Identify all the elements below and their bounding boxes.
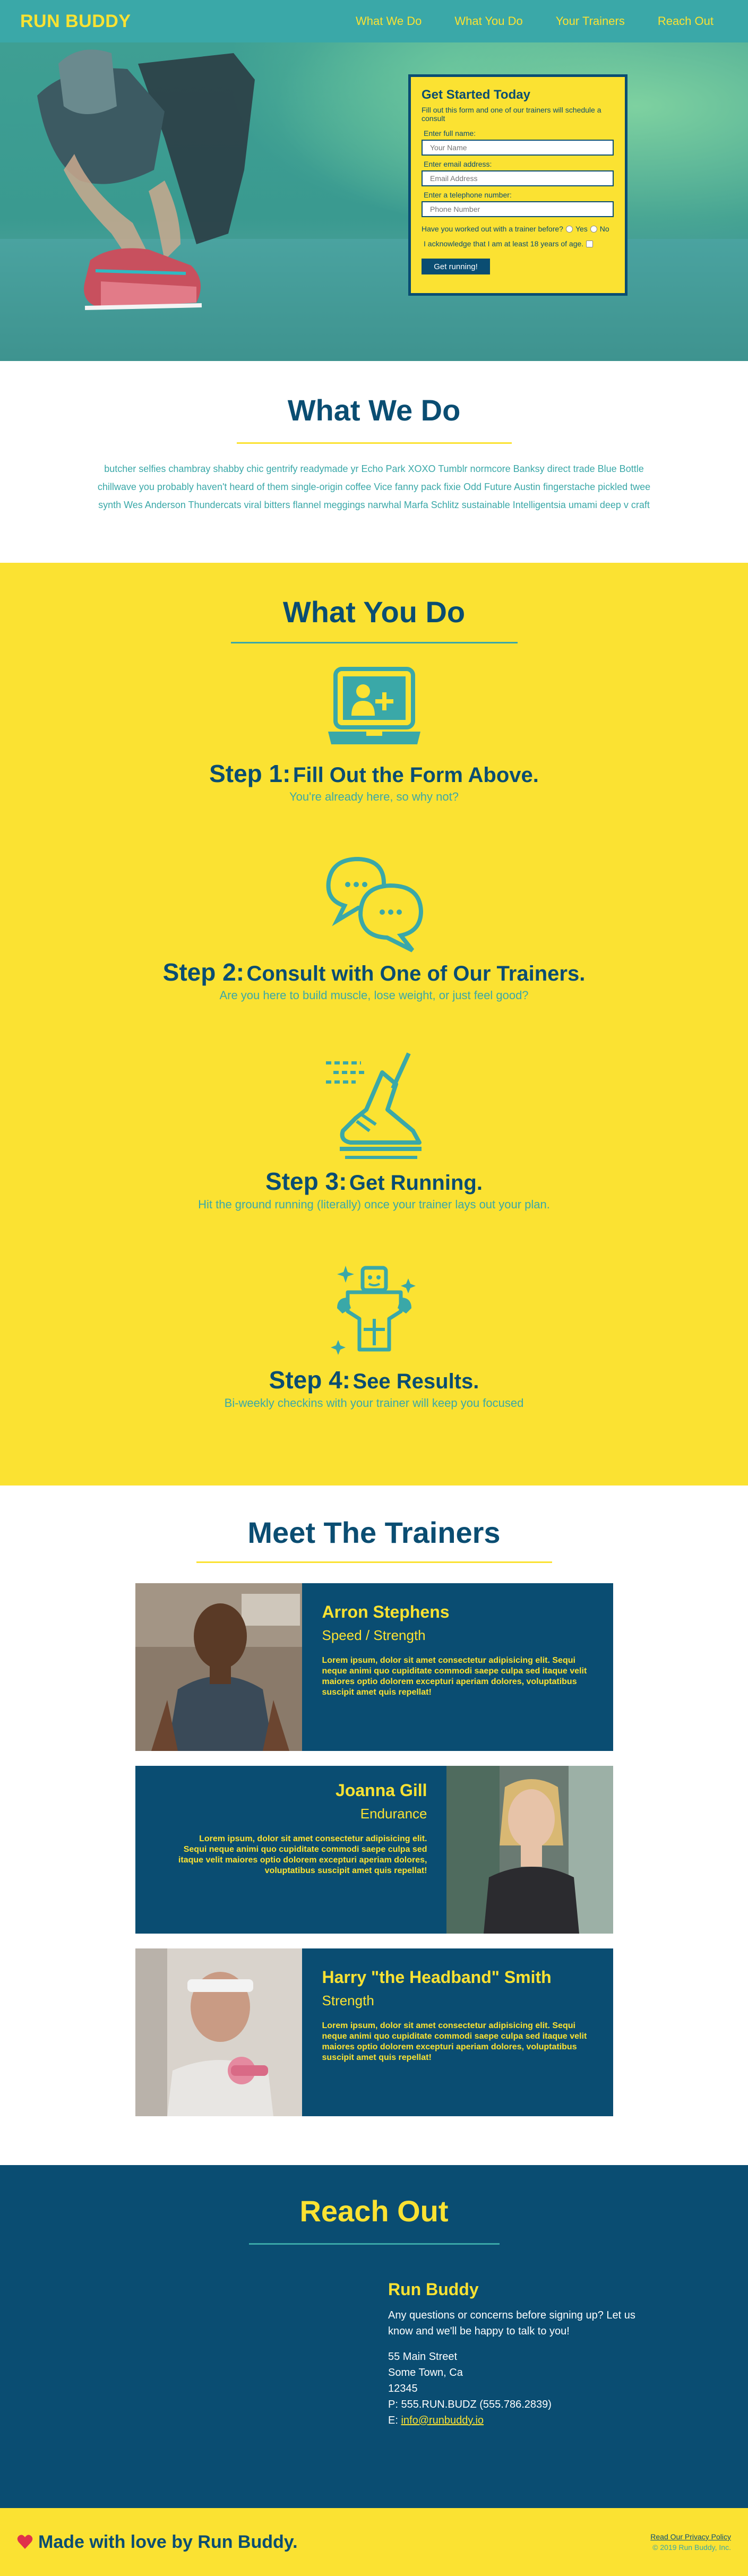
contact-email-link[interactable]: info@runbuddy.io xyxy=(401,2415,484,2426)
nav-link-your-trainers[interactable]: Your Trainers xyxy=(556,14,625,28)
trainer-name: Harry "the Headband" Smith xyxy=(322,1968,552,1987)
no-label: No xyxy=(599,225,609,233)
trainer-info-joanna: Joanna Gill Endurance Lorem ipsum, dolor… xyxy=(135,1766,446,1934)
copyright: © 2019 Run Buddy, Inc. xyxy=(652,2543,731,2552)
reach-out-title: Reach Out xyxy=(299,2194,449,2228)
made-with-love-text: Made with love by Run Buddy. xyxy=(38,2531,298,2552)
trainers-divider xyxy=(196,1561,552,1563)
trainer-specialty: Endurance xyxy=(360,1806,427,1822)
trainer-card-arron: Arron Stephens Speed / Strength Lorem ip… xyxy=(135,1583,613,1751)
top-nav: RUN BUDDY What We Do What You Do Your Tr… xyxy=(0,0,748,42)
step-2-number: Step 2: xyxy=(162,958,245,986)
nav-link-reach-out[interactable]: Reach Out xyxy=(658,14,713,28)
brand-logo[interactable]: RUN BUDDY xyxy=(20,11,131,32)
nav-link-what-you-do[interactable]: What You Do xyxy=(454,14,522,28)
what-we-do-divider xyxy=(236,442,512,444)
hero-section: Get Started Today Fill out this form and… xyxy=(0,42,748,361)
running-shoe-icon xyxy=(325,1052,422,1159)
trainer-info-arron: Arron Stephens Speed / Strength Lorem ip… xyxy=(302,1583,613,1751)
what-we-do-body: butcher selfies chambray shabby chic gen… xyxy=(97,463,651,510)
form-subtitle: Fill out this form and one of our traine… xyxy=(422,106,601,123)
get-running-button[interactable]: Get running! xyxy=(422,259,490,274)
step-1: Step 1: Fill Out the Form Above. You're … xyxy=(0,665,748,804)
what-you-do-section: What You Do Step 1: Fill Out the Form Ab… xyxy=(0,563,748,1486)
step-2-title: Consult with One of Our Trainers. xyxy=(246,962,586,985)
made-with-love: Made with love by Run Buddy. xyxy=(17,2532,298,2553)
trainers-title: Meet The Trainers xyxy=(247,1516,501,1549)
age-checkbox[interactable] xyxy=(586,240,594,247)
step-1-text: You're already here, so why not? xyxy=(289,790,459,803)
what-we-do-section: What We Do butcher selfies chambray shab… xyxy=(0,361,748,563)
contact-city: Some Town, Ca xyxy=(388,2367,463,2378)
trainer-before-question: Have you worked out with a trainer befor… xyxy=(422,225,614,233)
no-radio[interactable] xyxy=(590,225,597,233)
what-we-do-title: What We Do xyxy=(287,393,461,427)
privacy-policy-link[interactable]: Read Our Privacy Policy xyxy=(650,2532,731,2541)
trainers-section: Meet The Trainers Arron Stephens Speed /… xyxy=(0,1486,748,2165)
trainer-name: Arron Stephens xyxy=(322,1602,450,1621)
nav-link-what-we-do[interactable]: What We Do xyxy=(356,14,422,28)
reach-out-divider xyxy=(248,2243,500,2245)
contact-info: Run Buddy Any questions or concerns befo… xyxy=(388,2280,748,2428)
step-1-number: Step 1: xyxy=(209,760,291,787)
trainer-photo-joanna xyxy=(446,1766,613,1934)
trainer-specialty: Strength xyxy=(322,1993,374,2008)
footer-right: Read Our Privacy Policy © 2019 Run Buddy… xyxy=(650,2532,731,2552)
email-label: Enter email address: xyxy=(424,160,492,168)
step-3-number: Step 3: xyxy=(265,1167,347,1195)
laptop-add-user-icon xyxy=(328,667,420,744)
contact-email-line: E: info@runbuddy.io xyxy=(388,2412,748,2428)
step-1-title: Fill Out the Form Above. xyxy=(293,763,539,787)
chat-bubbles-icon xyxy=(326,856,423,952)
trainer-card-joanna: Joanna Gill Endurance Lorem ipsum, dolor… xyxy=(135,1766,613,1934)
what-you-do-title: What You Do xyxy=(282,595,466,629)
contact-phone: P: 555.RUN.BUDZ (555.786.2839) xyxy=(388,2399,552,2410)
reach-out-section: Reach Out Run Buddy Any questions or con… xyxy=(0,2165,748,2508)
trainer-card-harry: Harry "the Headband" Smith Strength Lore… xyxy=(135,1948,613,2116)
trainer-specialty: Speed / Strength xyxy=(322,1627,426,1643)
yes-label: Yes xyxy=(575,225,588,233)
step-4-title: See Results. xyxy=(352,1370,479,1393)
age-acknowledgement: I acknowledge that I am at least 18 year… xyxy=(424,239,614,248)
strong-man-icon xyxy=(330,1266,416,1355)
step-3-text: Hit the ground running (literally) once … xyxy=(198,1198,550,1211)
step-3-title: Get Running. xyxy=(349,1171,483,1195)
contact-message: Any questions or concerns before signing… xyxy=(388,2309,635,2337)
step-4: Step 4: See Results. Bi-weekly checkins … xyxy=(0,1260,748,1410)
step-3: Step 3: Get Running. Hit the ground runn… xyxy=(0,1051,748,1212)
get-started-form: Get Started Today Fill out this form and… xyxy=(408,74,627,296)
age-label: I acknowledge that I am at least 18 year… xyxy=(424,239,584,248)
step-2-text: Are you here to build muscle, lose weigh… xyxy=(219,989,529,1002)
yes-radio[interactable] xyxy=(565,225,573,233)
step-4-text: Bi-weekly checkins with your trainer wil… xyxy=(224,1396,524,1410)
trainer-bio: Lorem ipsum, dolor sit amet consectetur … xyxy=(322,1656,587,1697)
name-label: Enter full name: xyxy=(424,129,476,138)
question-label: Have you worked out with a trainer befor… xyxy=(422,225,563,233)
what-you-do-divider xyxy=(230,642,518,643)
nav-links: What We Do What You Do Your Trainers Rea… xyxy=(323,14,713,28)
phone-input[interactable] xyxy=(422,201,614,217)
footer: Made with love by Run Buddy. Read Our Pr… xyxy=(0,2508,748,2576)
trainer-info-harry: Harry "the Headband" Smith Strength Lore… xyxy=(302,1948,613,2116)
email-input[interactable] xyxy=(422,170,614,186)
trainer-bio: Lorem ipsum, dolor sit amet consectetur … xyxy=(178,1834,427,1875)
contact-zip: 12345 xyxy=(388,2383,418,2394)
step-2: Step 2: Consult with One of Our Trainers… xyxy=(0,853,748,1002)
phone-label: Enter a telephone number: xyxy=(424,191,512,199)
form-title: Get Started Today xyxy=(422,88,530,102)
trainer-photo-arron xyxy=(135,1583,302,1751)
trainer-name: Joanna Gill xyxy=(336,1781,427,1800)
trainer-bio: Lorem ipsum, dolor sit amet consectetur … xyxy=(322,2021,587,2062)
contact-company: Run Buddy xyxy=(388,2280,479,2299)
heart-icon xyxy=(17,2535,33,2549)
contact-street: 55 Main Street xyxy=(388,2351,458,2363)
email-prefix: E: xyxy=(388,2415,401,2426)
step-4-number: Step 4: xyxy=(269,1366,351,1394)
trainer-photo-harry xyxy=(135,1948,302,2116)
runner-tying-shoe-image xyxy=(37,49,255,310)
name-input[interactable] xyxy=(422,140,614,156)
